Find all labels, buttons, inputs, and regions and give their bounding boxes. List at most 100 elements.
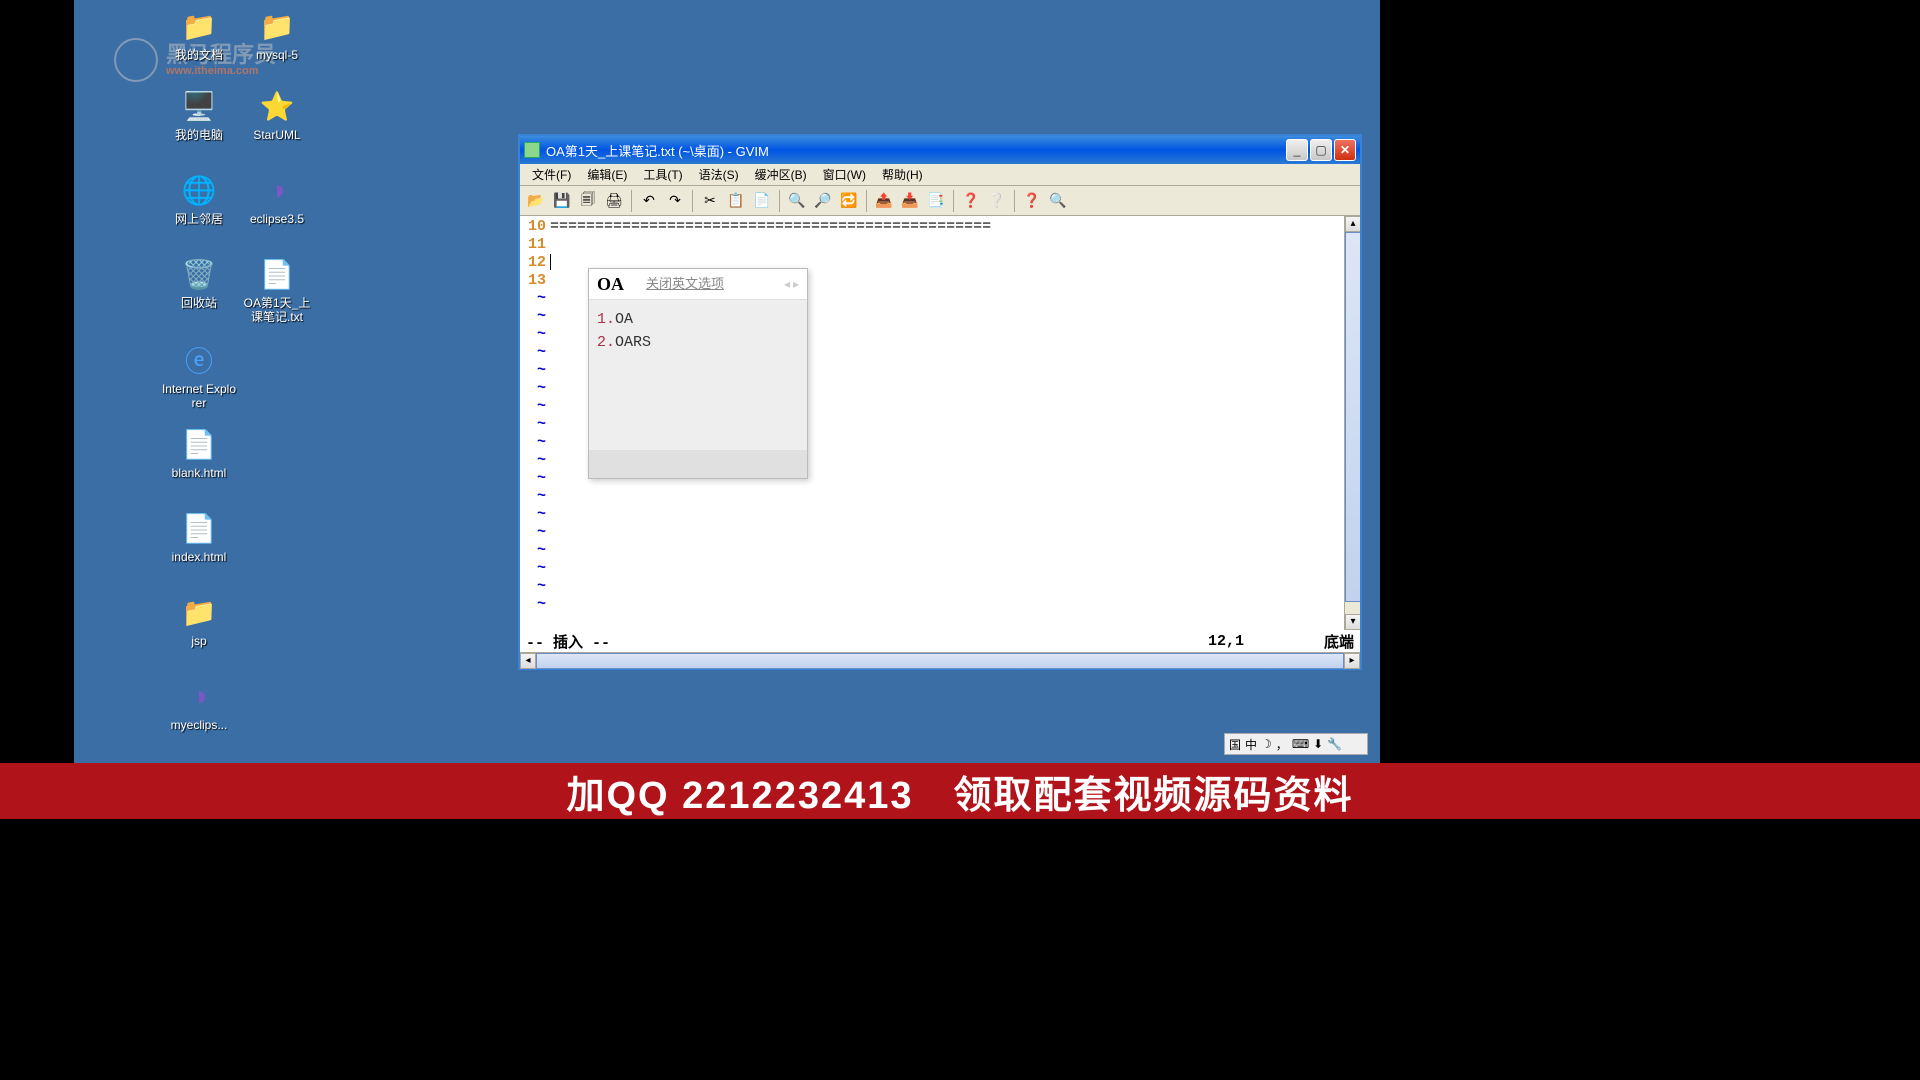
toolbar-button[interactable]: 📑: [924, 189, 948, 213]
menubar: 文件(F)编辑(E)工具(T)语法(S)缓冲区(B)窗口(W)帮助(H): [520, 164, 1360, 186]
scroll-thumb[interactable]: [1345, 232, 1360, 602]
icon-label: StarUML: [238, 128, 316, 142]
network-icon: 🌐: [179, 170, 219, 210]
scroll-up-button[interactable]: ▴: [1345, 216, 1360, 232]
toolbar-button[interactable]: 📤: [872, 189, 896, 213]
cursor-position: 12,1: [1208, 633, 1244, 650]
mysql-icon: 📁: [257, 6, 297, 46]
ime-bar-button[interactable]: 🔧: [1327, 737, 1342, 751]
scroll-right-button[interactable]: ▸: [1344, 653, 1360, 669]
blank-icon: 📄: [179, 424, 219, 464]
ime-hint-link[interactable]: 关闭英文选项: [646, 275, 724, 293]
ime-bar-button[interactable]: ，: [1276, 736, 1288, 753]
ime-popup[interactable]: OA 关闭英文选项 ◂ ▸ 1.OA2.OARS: [588, 268, 808, 479]
staruml-icon: ⭐: [257, 86, 297, 126]
vim-mode-indicator: -- 插入 --: [526, 631, 1208, 652]
desktop-icon-index[interactable]: 📄index.html: [160, 508, 238, 564]
gvim-app-icon: [524, 142, 540, 158]
ime-candidate[interactable]: 2.OARS: [597, 331, 799, 354]
icon-label: mysql-5: [238, 48, 316, 62]
menu-item[interactable]: 窗口(W): [815, 164, 874, 185]
menu-item[interactable]: 缓冲区(B): [747, 164, 815, 185]
jsp-icon: 📁: [179, 592, 219, 632]
desktop-icon-myeclipse[interactable]: ◑myeclips...: [160, 676, 238, 732]
ime-bar-button[interactable]: ☽: [1261, 737, 1272, 751]
toolbar-button[interactable]: 💾: [550, 189, 574, 213]
promo-banner: 加QQ 2212232413 领取配套视频源码资料: [0, 763, 1920, 819]
ime-page-nav[interactable]: ◂ ▸: [784, 275, 799, 293]
ie-icon: ⓔ: [179, 340, 219, 380]
desktop-icon-notes[interactable]: 📄OA第1天_上课笔记.txt: [238, 254, 316, 324]
editor-area[interactable]: 10111213~~~~~~~~~~~~~~~~~~ =============…: [520, 216, 1360, 630]
desktop-icon-jsp[interactable]: 📁jsp: [160, 592, 238, 648]
menu-item[interactable]: 帮助(H): [874, 164, 931, 185]
desktop-icon-recycle[interactable]: 🗑️回收站: [160, 254, 238, 310]
ime-bar-button[interactable]: ⬇: [1313, 737, 1323, 751]
icon-label: 回收站: [160, 296, 238, 310]
toolbar-button[interactable]: ✂: [698, 189, 722, 213]
ime-bar-button[interactable]: ⌨: [1292, 737, 1309, 751]
menu-item[interactable]: 编辑(E): [579, 164, 635, 185]
ime-composition: OA: [597, 275, 624, 293]
ime-bar-button[interactable]: 国: [1229, 736, 1241, 753]
toolbar-button[interactable]: 📥: [898, 189, 922, 213]
icon-label: 网上邻居: [160, 212, 238, 226]
icon-label: 我的文档: [160, 48, 238, 62]
desktop-icon-blank[interactable]: 📄blank.html: [160, 424, 238, 480]
ime-candidate-list[interactable]: 1.OA2.OARS: [589, 300, 807, 450]
desktop-icon-network[interactable]: 🌐 网上邻居: [160, 170, 238, 226]
toolbar-button[interactable]: 🔎: [811, 189, 835, 213]
my-computer-icon: 🖥️: [179, 86, 219, 126]
close-button[interactable]: ✕: [1334, 139, 1356, 161]
menu-item[interactable]: 文件(F): [524, 164, 579, 185]
editor-line[interactable]: ========================================…: [550, 218, 1344, 236]
myeclipse-icon: ◑: [179, 676, 219, 716]
toolbar-button[interactable]: 📂: [524, 189, 548, 213]
my-docs-icon: 📁: [179, 6, 219, 46]
desktop-icon-my-docs[interactable]: 📁 我的文档: [160, 6, 238, 62]
toolbar-separator: [953, 190, 954, 212]
scroll-down-button[interactable]: ▾: [1345, 614, 1360, 630]
desktop-icon-eclipse35[interactable]: ◑ eclipse3.5: [238, 170, 316, 226]
hscroll-thumb[interactable]: [536, 653, 1344, 669]
toolbar-separator: [692, 190, 693, 212]
maximize-button[interactable]: ▢: [1310, 139, 1332, 161]
scroll-left-button[interactable]: ◂: [520, 653, 536, 669]
editor-line[interactable]: [550, 236, 1344, 254]
editor-content[interactable]: ========================================…: [550, 216, 1344, 630]
icon-label: eclipse3.5: [238, 212, 316, 226]
desktop-icon-staruml[interactable]: ⭐ StarUML: [238, 86, 316, 142]
toolbar-button[interactable]: ↶: [637, 189, 661, 213]
toolbar-button[interactable]: 📋: [724, 189, 748, 213]
titlebar[interactable]: OA第1天_上课笔记.txt (~\桌面) - GVIM _ ▢ ✕: [520, 136, 1360, 164]
toolbar-button[interactable]: ↷: [663, 189, 687, 213]
horizontal-scrollbar[interactable]: ◂ ▸: [520, 652, 1360, 668]
ime-bar-button[interactable]: 中: [1245, 736, 1257, 753]
minimize-button[interactable]: _: [1286, 139, 1308, 161]
desktop-icon-mysql[interactable]: 📁 mysql-5: [238, 6, 316, 62]
line-number-gutter: 10111213~~~~~~~~~~~~~~~~~~: [520, 216, 550, 630]
toolbar-button[interactable]: ❓: [959, 189, 983, 213]
toolbar-button[interactable]: 🖨: [602, 189, 626, 213]
menu-item[interactable]: 语法(S): [691, 164, 747, 185]
desktop-icon-ie[interactable]: ⓔInternet Explorer: [160, 340, 238, 410]
gvim-window: OA第1天_上课笔记.txt (~\桌面) - GVIM _ ▢ ✕ 文件(F)…: [518, 134, 1362, 670]
statusbar: -- 插入 -- 12,1 底端: [520, 630, 1360, 652]
toolbar-button[interactable]: 🔁: [837, 189, 861, 213]
toolbar-separator: [866, 190, 867, 212]
toolbar-button[interactable]: 📄: [750, 189, 774, 213]
toolbar-button[interactable]: 🔍: [1046, 189, 1070, 213]
eclipse35-icon: ◑: [257, 170, 297, 210]
ime-candidate[interactable]: 1.OA: [597, 308, 799, 331]
toolbar-button[interactable]: ❔: [985, 189, 1009, 213]
ime-status-bar[interactable]: 国中 ☽ ， ⌨ ⬇ 🔧: [1224, 733, 1368, 755]
notes-icon: 📄: [257, 254, 297, 294]
menu-item[interactable]: 工具(T): [635, 164, 690, 185]
vertical-scrollbar[interactable]: ▴ ▾: [1344, 216, 1360, 630]
toolbar-button[interactable]: 🗐: [576, 189, 600, 213]
desktop-icon-my-computer[interactable]: 🖥️我的电脑: [160, 86, 238, 142]
toolbar-separator: [1014, 190, 1015, 212]
toolbar-button[interactable]: ❓: [1020, 189, 1044, 213]
toolbar-button[interactable]: 🔍: [785, 189, 809, 213]
icon-label: index.html: [160, 550, 238, 564]
